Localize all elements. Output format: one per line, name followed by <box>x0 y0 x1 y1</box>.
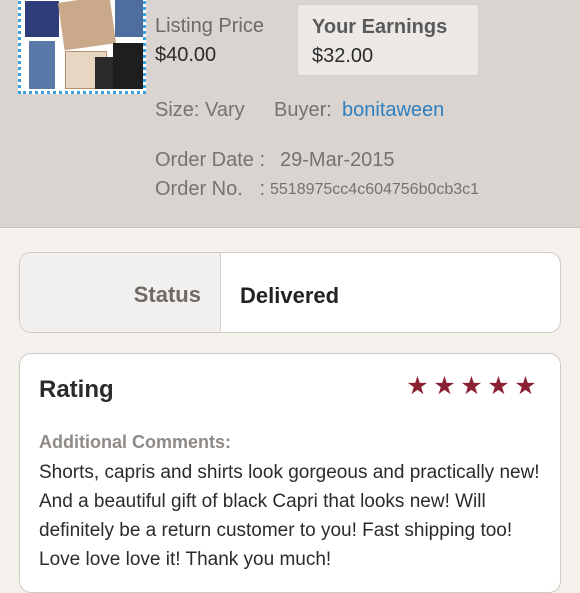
listing-thumbnail[interactable] <box>18 0 146 94</box>
product-photo <box>29 41 55 89</box>
earnings-label: Your Earnings <box>312 16 448 38</box>
star-icon: ★ <box>514 372 537 400</box>
status-card: Status Delivered <box>19 252 561 333</box>
listing-price-label: Listing Price <box>155 15 264 37</box>
size-label: Size: Vary <box>155 99 245 121</box>
rating-title: Rating <box>39 376 114 403</box>
listing-price-value: $40.00 <box>155 44 217 66</box>
status-label: Status <box>133 282 201 307</box>
earnings-value: $32.00 <box>312 45 374 67</box>
star-icon: ★ <box>487 372 510 400</box>
product-photo <box>25 1 59 37</box>
earnings-box: Your Earnings $32.00 <box>297 4 479 76</box>
order-number-value: 5518975cc4c604756b0cb3c1 <box>270 181 480 198</box>
comments-label: Additional Comments: <box>39 432 231 452</box>
product-photo <box>57 0 117 51</box>
star-icon: ★ <box>460 372 483 400</box>
buyer-username-link[interactable]: bonitaween <box>342 99 444 122</box>
star-icon: ★ <box>406 372 429 400</box>
star-rating: ★ ★ ★ ★ ★ <box>405 374 538 399</box>
star-icon: ★ <box>433 372 456 400</box>
status-label-cell: Status <box>20 253 221 332</box>
order-number-label: Order No. : <box>155 178 271 200</box>
comments-text: Shorts, capris and shirts look gorgeous … <box>39 462 540 570</box>
product-photo <box>95 57 113 89</box>
product-photo <box>115 0 143 37</box>
rating-card: Rating ★ ★ ★ ★ ★ Additional Comments: Shorts… <box>19 353 561 593</box>
order-header: Listing Price $40.00 Your Earnings $32.0… <box>0 0 580 228</box>
buyer-label: Buyer: <box>274 99 332 121</box>
product-photo <box>113 43 143 89</box>
order-date-value: 29-Mar-2015 <box>280 149 395 171</box>
order-date-label: Order Date : <box>155 149 271 171</box>
status-value: Delivered <box>240 283 340 308</box>
